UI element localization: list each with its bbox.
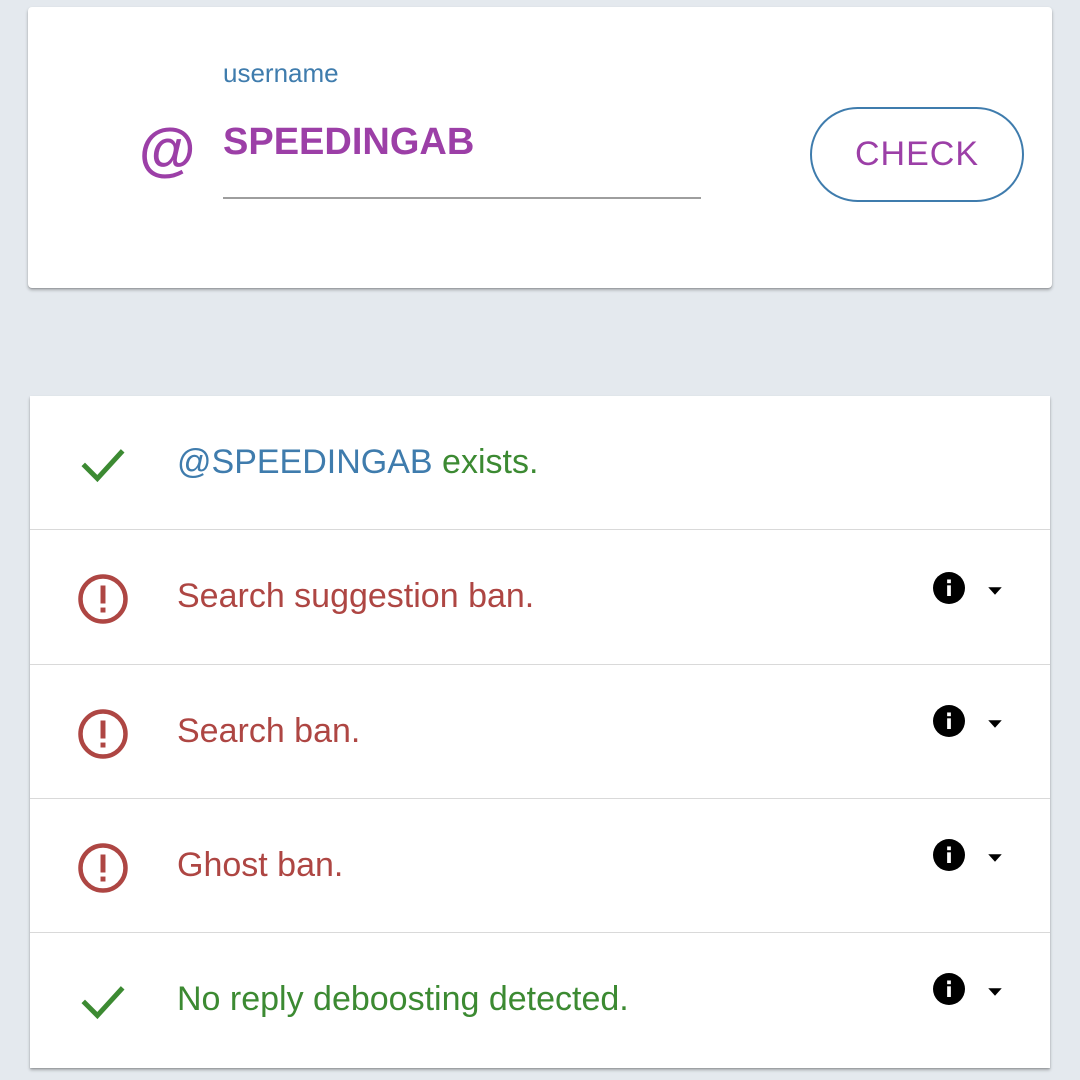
caret-down-icon[interactable] [986, 582, 1004, 600]
caret-down-icon[interactable] [986, 715, 1004, 733]
info-icon[interactable] [933, 973, 965, 1005]
username-form-card: @ username CHECK [28, 7, 1052, 288]
result-text-search-suggestion-ban: Search suggestion ban. [177, 577, 535, 615]
result-text-search-ban: Search ban. [177, 712, 361, 750]
caret-down-icon[interactable] [986, 849, 1004, 867]
at-sign-icon: @ [138, 118, 195, 183]
result-text-exists: @SPEEDINGAB exists. [177, 440, 538, 484]
info-icon[interactable] [933, 705, 965, 737]
alert-circle-icon [78, 843, 128, 893]
info-icon[interactable] [933, 572, 965, 604]
result-row-search-ban[interactable]: Search ban. [30, 664, 1050, 798]
result-text-ghost-ban: Ghost ban. [177, 846, 344, 884]
alert-circle-icon [78, 574, 128, 624]
result-row-exists: @SPEEDINGAB exists. [30, 396, 1050, 529]
result-row-ghost-ban[interactable]: Ghost ban. [30, 798, 1050, 932]
username-input[interactable] [223, 115, 701, 169]
check-button[interactable]: CHECK [810, 107, 1024, 202]
username-handle[interactable]: @SPEEDINGAB [177, 443, 433, 481]
checkmark-icon [81, 449, 125, 483]
info-icon[interactable] [933, 839, 965, 871]
username-underline [223, 197, 701, 199]
result-text-reply-deboosting: No reply deboosting detected. [177, 980, 629, 1018]
username-label: username [223, 58, 339, 88]
alert-circle-icon [78, 709, 128, 759]
caret-down-icon[interactable] [986, 983, 1004, 1001]
result-row-reply-deboosting[interactable]: No reply deboosting detected. [30, 932, 1050, 1066]
exists-label: exists. [432, 443, 539, 481]
results-card: @SPEEDINGAB exists. Search suggestion ba… [30, 396, 1050, 1068]
checkmark-icon [81, 986, 125, 1020]
result-row-search-suggestion-ban[interactable]: Search suggestion ban. [30, 529, 1050, 663]
